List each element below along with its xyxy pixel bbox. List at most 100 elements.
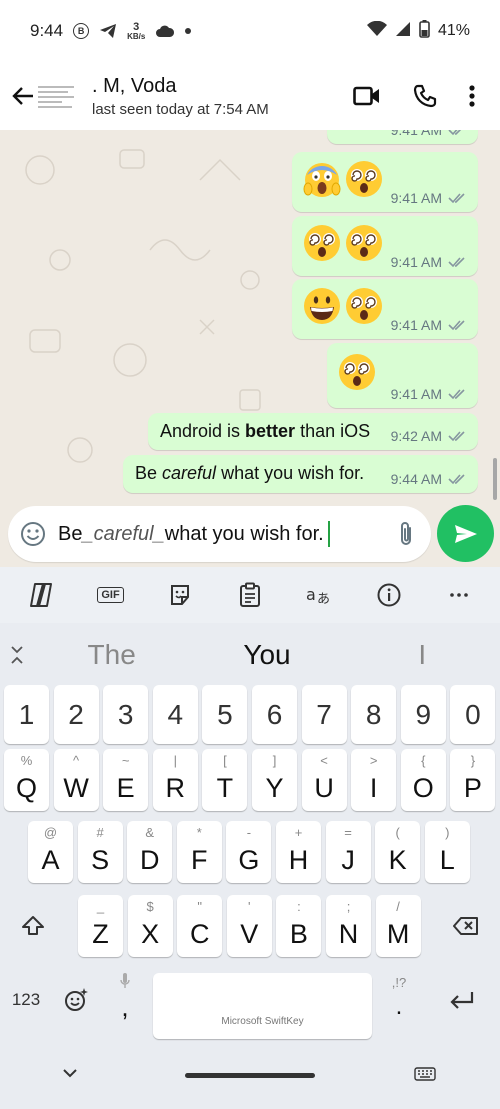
key-n[interactable]: ; N xyxy=(326,895,371,957)
key-v[interactable]: ' V xyxy=(226,895,272,957)
key-b[interactable]: :B xyxy=(276,895,322,957)
more-options-button[interactable] xyxy=(454,72,490,120)
key-hint: / xyxy=(396,899,400,914)
message-bubble[interactable]: 9:41 AM xyxy=(327,343,478,408)
key-x[interactable]: $ X xyxy=(127,895,173,957)
key-label: H xyxy=(288,844,309,875)
key-i[interactable]: > I xyxy=(351,749,397,811)
backspace-key[interactable] xyxy=(437,895,494,957)
voice-call-button[interactable] xyxy=(396,72,454,120)
more-tools-button[interactable] xyxy=(431,572,487,618)
key-r[interactable]: | R xyxy=(152,749,198,811)
key-9[interactable]: 9 xyxy=(400,685,446,744)
key-8[interactable]: 8 xyxy=(351,685,397,744)
enter-key[interactable] xyxy=(430,969,494,1031)
video-call-button[interactable] xyxy=(338,72,396,120)
chat-area[interactable]: 9:41 AM 9:41 AM 9:41 AM 9:41 AM 9:41 AM xyxy=(0,130,500,503)
key-c[interactable]: " C xyxy=(177,895,223,957)
message-bubble[interactable]: Android is better than iOS 9:42 AM xyxy=(148,413,478,450)
key-hint: ; xyxy=(346,899,351,914)
suggestion-2[interactable]: You xyxy=(189,639,344,671)
key-4[interactable]: 4 xyxy=(152,685,198,744)
key-t[interactable]: [T xyxy=(202,749,248,811)
key-f[interactable]: * F xyxy=(176,821,222,883)
key-z[interactable]: _ Z xyxy=(78,895,123,957)
shift-key[interactable] xyxy=(4,895,61,957)
key-p[interactable]: } P xyxy=(450,749,496,811)
send-icon xyxy=(454,524,477,543)
home-gesture-bar[interactable] xyxy=(185,1073,315,1078)
chevron-down-icon xyxy=(63,1069,77,1078)
suggestion-3[interactable]: I xyxy=(345,639,500,671)
key-1[interactable]: 1 xyxy=(4,685,49,744)
key-3[interactable]: 3 xyxy=(103,685,149,744)
key-label: F xyxy=(191,844,208,875)
key-e[interactable]: ~ E xyxy=(103,749,149,811)
key-label: M xyxy=(386,918,410,949)
contact-info[interactable]: . M, Voda last seen today at 7:54 AM xyxy=(92,75,269,118)
collapse-button[interactable] xyxy=(0,645,34,665)
suggestion-bar: The You I xyxy=(0,625,500,685)
scrollbar[interactable] xyxy=(493,458,497,500)
key-label: V xyxy=(240,918,259,949)
send-button[interactable] xyxy=(437,505,494,562)
telegram-icon xyxy=(99,23,117,39)
key-hint: ~ xyxy=(121,753,130,768)
numbers-key[interactable]: 123 xyxy=(4,969,48,1031)
key-l[interactable]: ) L xyxy=(424,821,470,883)
key-q[interactable]: % Q xyxy=(4,749,49,811)
key-hint: # xyxy=(96,825,104,840)
key-hint: & xyxy=(145,825,155,840)
key-g[interactable]: -G xyxy=(226,821,272,883)
key-hint: $ xyxy=(146,899,154,914)
message-bubble[interactable]: 9:41 AM xyxy=(292,152,478,212)
composer-bar: Be _careful_ what you wish for. xyxy=(0,503,500,567)
suggestion-1[interactable]: The xyxy=(34,639,189,671)
key-0[interactable]: 0 xyxy=(450,685,496,744)
key-h[interactable]: + H xyxy=(276,821,321,883)
attach-button[interactable] xyxy=(381,520,431,548)
info-button[interactable] xyxy=(361,572,417,618)
cloud-icon xyxy=(155,24,175,38)
key-k[interactable]: (K xyxy=(375,821,421,883)
message-bubble[interactable]: 9:41 AM xyxy=(292,279,478,339)
message-input[interactable]: Be _careful_ what you wish for. xyxy=(8,506,431,562)
avatar[interactable] xyxy=(38,76,78,116)
info-icon xyxy=(377,583,401,607)
key-2[interactable]: 2 xyxy=(53,685,99,744)
comma-key[interactable]: , xyxy=(102,969,148,1031)
clipboard-button[interactable] xyxy=(222,572,278,618)
hide-keyboard-button[interactable] xyxy=(62,1065,86,1085)
key-j[interactable]: = J xyxy=(325,821,371,883)
key-u[interactable]: < U xyxy=(301,749,347,811)
key-label: 8 xyxy=(365,698,382,730)
key-7[interactable]: 7 xyxy=(301,685,347,744)
copilot-button[interactable] xyxy=(13,572,69,618)
key-label: J xyxy=(341,844,355,875)
message-meta: 9:41 AM xyxy=(391,317,468,333)
message-bubble[interactable]: Be careful what you wish for. 9:44 AM xyxy=(123,455,478,493)
key-m[interactable]: / M xyxy=(375,895,421,957)
key-y[interactable]: ] Y xyxy=(252,749,297,811)
key-hint: + xyxy=(294,825,303,840)
read-receipt-icon xyxy=(448,431,465,442)
read-receipt-icon xyxy=(448,130,462,136)
translate-button[interactable]: aあ xyxy=(292,572,348,618)
emoji-key[interactable] xyxy=(52,969,100,1031)
emoji-button[interactable] xyxy=(8,521,58,547)
key-6[interactable]: 6 xyxy=(252,685,297,744)
key-5[interactable]: 5 xyxy=(202,685,248,744)
key-d[interactable]: & D xyxy=(127,821,173,883)
space-key[interactable]: Microsoft SwiftKey xyxy=(153,973,372,1039)
period-key[interactable]: ,!? . xyxy=(376,969,422,1031)
keyboard-switch-button[interactable] xyxy=(414,1067,438,1087)
sticker-button[interactable] xyxy=(152,572,208,618)
key-o[interactable]: {O xyxy=(400,749,446,811)
gif-button[interactable]: GIF xyxy=(83,572,139,618)
message-bubble[interactable]: 9:41 AM xyxy=(327,130,478,144)
key-label: T xyxy=(216,772,234,803)
key-w[interactable]: ^ W xyxy=(53,749,99,811)
key-a[interactable]: @ A xyxy=(28,821,73,883)
key-s[interactable]: # S xyxy=(77,821,123,883)
message-bubble[interactable]: 9:41 AM xyxy=(292,216,478,276)
